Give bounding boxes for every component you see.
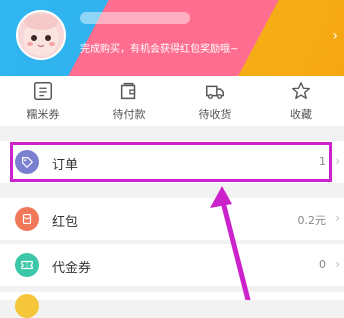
quick-item-pending-payment[interactable]: 待付款 xyxy=(99,80,159,122)
truck-icon xyxy=(206,85,224,99)
ticket-icon xyxy=(34,82,52,100)
voucher-value: 0 xyxy=(319,258,326,271)
annotation-highlight-box xyxy=(10,142,332,182)
wallet-icon xyxy=(120,82,136,100)
username-blurred xyxy=(80,12,190,24)
red-packet-row[interactable]: 红包 0.2元 › xyxy=(0,198,344,240)
chevron-right-icon: › xyxy=(335,257,340,271)
quick-menu: 糯米券 待付款 待收货 收藏 xyxy=(0,76,344,126)
next-row-icon xyxy=(15,294,39,318)
red-packet-value: 0.2元 xyxy=(297,214,327,227)
quick-item-label: 待付款 xyxy=(112,108,146,121)
quick-item-label: 待收货 xyxy=(198,108,232,121)
voucher-label: 代金券 xyxy=(52,261,92,276)
star-icon xyxy=(292,82,310,100)
next-row-partial xyxy=(0,292,344,318)
profile-header: 完成购买，有机会获得红包奖励哦~ › xyxy=(0,0,344,76)
quick-item-label: 收藏 xyxy=(290,108,312,121)
avatar[interactable] xyxy=(16,10,66,60)
chevron-right-icon: › xyxy=(335,211,340,225)
avatar-face-icon xyxy=(23,14,59,56)
voucher-icon xyxy=(21,260,33,270)
red-packet-icon-wrap xyxy=(15,207,39,231)
quick-item-favorites[interactable]: 收藏 xyxy=(271,80,331,122)
promo-text: 完成购买，有机会获得红包奖励哦~ xyxy=(80,44,239,55)
red-packet-icon xyxy=(22,214,32,224)
quick-item-nuomi-ticket[interactable]: 糯米券 xyxy=(13,80,73,122)
voucher-icon-wrap xyxy=(15,253,39,277)
chevron-right-icon: › xyxy=(335,154,340,168)
header-chevron-icon[interactable]: › xyxy=(332,28,338,44)
quick-item-label: 糯米券 xyxy=(26,108,60,121)
red-packet-label: 红包 xyxy=(52,215,79,230)
voucher-row[interactable]: 代金券 0 › xyxy=(0,244,344,286)
quick-item-pending-delivery[interactable]: 待收货 xyxy=(185,80,245,122)
